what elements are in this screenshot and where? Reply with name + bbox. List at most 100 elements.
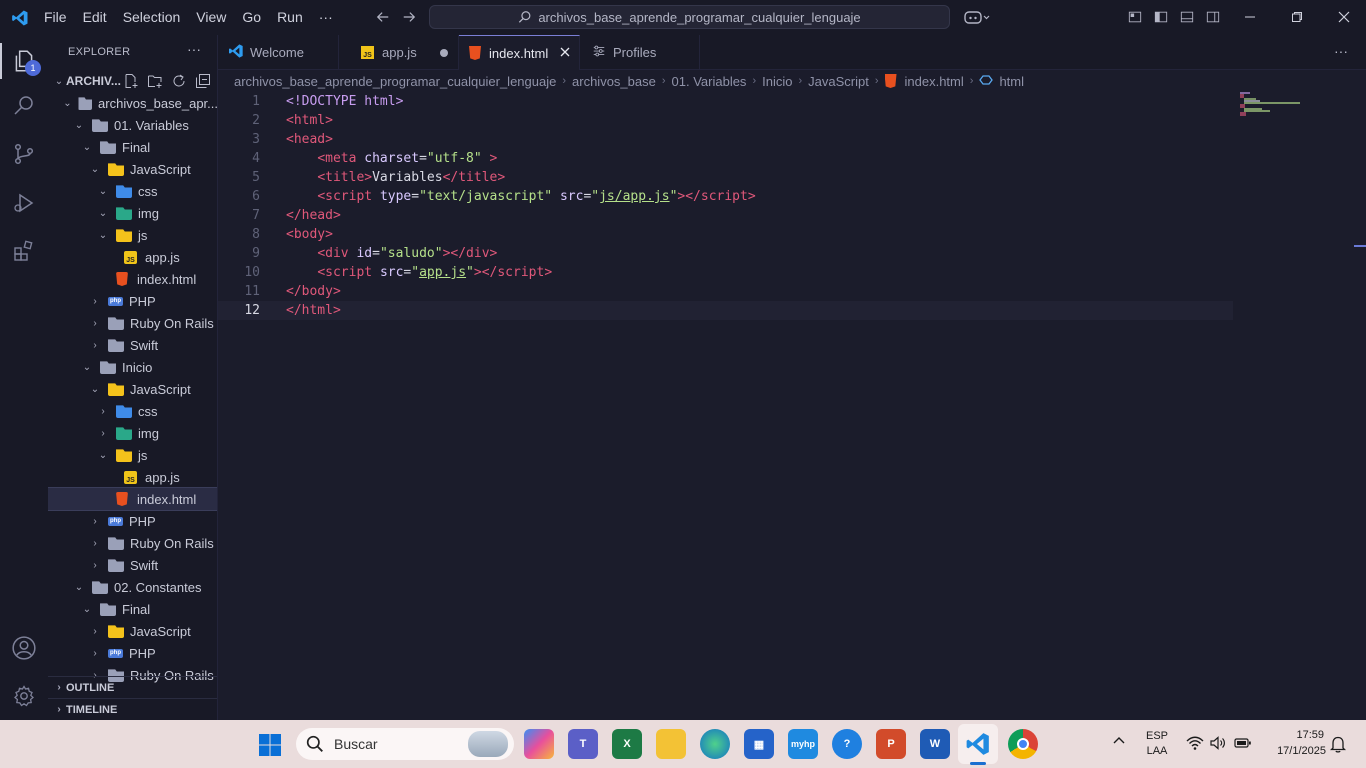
- run-debug-icon[interactable]: [8, 187, 40, 219]
- tree-folder-row[interactable]: › img: [48, 422, 217, 444]
- tree-file-row[interactable]: index.html: [48, 487, 217, 511]
- menu-item-run[interactable]: Run: [269, 0, 311, 35]
- minimize-icon[interactable]: [1241, 8, 1259, 26]
- code-line[interactable]: 9 <div id="saludo"></div>: [218, 244, 1233, 263]
- tree-folder-row[interactable]: › Ruby On Rails: [48, 312, 217, 334]
- tab-profiles[interactable]: Profiles: [580, 35, 700, 70]
- tree-folder-row[interactable]: ⌄ 02. Constantes: [48, 576, 217, 598]
- code-line[interactable]: 10 <script src="app.js"></script>: [218, 263, 1233, 282]
- edge-icon[interactable]: [700, 729, 730, 759]
- code-line[interactable]: 12 </html>: [218, 301, 1233, 320]
- tree-folder-row[interactable]: ⌄ archivos_base_apr...: [48, 92, 217, 114]
- code-line[interactable]: 7 </head>: [218, 206, 1233, 225]
- editor-more-actions-icon[interactable]: ···: [1334, 43, 1348, 59]
- tree-folder-row[interactable]: › Swift: [48, 554, 217, 576]
- more-actions-icon[interactable]: ···: [187, 41, 201, 57]
- tree-folder-row[interactable]: › php PHP: [48, 510, 217, 532]
- battery-icon[interactable]: [1234, 737, 1252, 752]
- extensions-icon[interactable]: [8, 235, 40, 267]
- code-line[interactable]: 6 <script type="text/javascript" src="js…: [218, 187, 1233, 206]
- tray-chevron-up-icon[interactable]: [1112, 734, 1126, 751]
- copilot-icon[interactable]: [962, 8, 992, 26]
- collapse-all-icon[interactable]: [195, 73, 211, 92]
- toggle-primary-sidebar-icon[interactable]: [1152, 8, 1170, 26]
- menu-item-go[interactable]: Go: [234, 0, 269, 35]
- notifications-bell-icon[interactable]: [1329, 735, 1347, 756]
- tree-file-row[interactable]: JS app.js: [48, 466, 217, 488]
- minimap[interactable]: [1240, 92, 1304, 122]
- breadcrumb-item[interactable]: archivos_base: [572, 74, 656, 89]
- tree-folder-row[interactable]: ⌄ css: [48, 180, 217, 202]
- menu-item-view[interactable]: View: [188, 0, 234, 35]
- tree-folder-row[interactable]: › Ruby On Rails: [48, 532, 217, 554]
- tree-folder-row[interactable]: ⌄ Final: [48, 598, 217, 620]
- wifi-icon[interactable]: [1186, 735, 1204, 754]
- file-explorer-icon[interactable]: [656, 729, 686, 759]
- tree-folder-row[interactable]: › JavaScript: [48, 620, 217, 642]
- search-view-icon[interactable]: [8, 89, 40, 121]
- code-line[interactable]: 4 <meta charset="utf-8" >: [218, 149, 1233, 168]
- tree-folder-row[interactable]: ⌄ Final: [48, 136, 217, 158]
- forward-arrow-icon[interactable]: [400, 8, 418, 26]
- accounts-icon[interactable]: [8, 632, 40, 664]
- powerpoint-icon[interactable]: P: [876, 729, 906, 759]
- code-editor[interactable]: 1 <!DOCTYPE html> 2 <html> 3 <head> 4 <meta ch…: [218, 92, 1366, 720]
- vscode-taskbar-icon[interactable]: [963, 729, 993, 759]
- close-icon[interactable]: [1335, 8, 1353, 26]
- tab-welcome[interactable]: Welcome: [218, 35, 339, 70]
- menu-item-edit[interactable]: Edit: [75, 0, 115, 35]
- windows-start-icon[interactable]: [258, 733, 282, 757]
- tree-folder-row[interactable]: ⌄ JavaScript: [48, 378, 217, 400]
- tree-folder-row[interactable]: ⌄ JavaScript: [48, 158, 217, 180]
- tab-index-html[interactable]: index.html: [459, 35, 580, 70]
- tree-file-row[interactable]: index.html: [48, 268, 217, 290]
- tree-folder-row[interactable]: ⌄ 01. Variables: [48, 114, 217, 136]
- breadcrumb-item[interactable]: 01. Variables: [672, 74, 747, 89]
- timeline-section[interactable]: › TIMELINE: [48, 698, 217, 720]
- tree-folder-row[interactable]: › Swift: [48, 334, 217, 356]
- clock[interactable]: 17:59 17/1/2025: [1262, 729, 1326, 757]
- tree-folder-row[interactable]: ⌄ js: [48, 444, 217, 466]
- menu-item-file[interactable]: File: [36, 0, 75, 35]
- close-tab-icon[interactable]: [559, 46, 571, 61]
- tree-file-row[interactable]: JS app.js: [48, 246, 217, 268]
- explorer-icon[interactable]: 1: [8, 45, 41, 77]
- tree-folder-row[interactable]: ⌄ Inicio: [48, 356, 217, 378]
- new-folder-icon[interactable]: [147, 73, 163, 92]
- breadcrumb-item[interactable]: Inicio: [762, 74, 792, 89]
- breadcrumb-item[interactable]: JavaScript: [808, 74, 869, 89]
- taskbar-search[interactable]: Buscar: [296, 728, 514, 760]
- menu-item-selection[interactable]: Selection: [115, 0, 189, 35]
- tree-folder-row[interactable]: › css: [48, 400, 217, 422]
- outline-section[interactable]: › OUTLINE: [48, 676, 217, 698]
- new-file-icon[interactable]: [123, 73, 139, 92]
- customize-layout-icon[interactable]: [1126, 8, 1144, 26]
- code-line[interactable]: 3 <head>: [218, 130, 1233, 149]
- volume-icon[interactable]: [1209, 735, 1227, 754]
- manage-gear-icon[interactable]: [8, 680, 40, 712]
- language-indicator[interactable]: ESP LAA: [1140, 730, 1174, 757]
- breadcrumb-item[interactable]: html: [999, 74, 1024, 89]
- menu-more-icon[interactable]: ···: [311, 0, 341, 35]
- command-center-search[interactable]: archivos_base_aprende_programar_cualquie…: [429, 5, 950, 29]
- refresh-icon[interactable]: [171, 73, 187, 92]
- tree-folder-row[interactable]: ⌄ img: [48, 202, 217, 224]
- get-help-icon[interactable]: ?: [832, 729, 862, 759]
- tree-folder-row[interactable]: › php PHP: [48, 290, 217, 312]
- myhp-icon[interactable]: myhp: [788, 729, 818, 759]
- back-arrow-icon[interactable]: [374, 8, 392, 26]
- breadcrumb-item[interactable]: index.html: [905, 74, 964, 89]
- restore-icon[interactable]: [1288, 8, 1306, 26]
- microsoft-store-icon[interactable]: ▦: [744, 729, 774, 759]
- code-line[interactable]: 2 <html>: [218, 111, 1233, 130]
- chrome-icon[interactable]: [1008, 729, 1038, 759]
- excel-icon[interactable]: X: [612, 729, 642, 759]
- code-line[interactable]: 5 <title>Variables</title>: [218, 168, 1233, 187]
- workspace-root-row[interactable]: ⌄ ARCHIV...: [48, 70, 217, 92]
- breadcrumb-item[interactable]: archivos_base_aprende_programar_cualquie…: [234, 74, 556, 89]
- tree-folder-row[interactable]: ⌄ js: [48, 224, 217, 246]
- teams-icon[interactable]: T: [568, 729, 598, 759]
- toggle-secondary-sidebar-icon[interactable]: [1204, 8, 1222, 26]
- code-line[interactable]: 11 </body>: [218, 282, 1233, 301]
- word-icon[interactable]: W: [920, 729, 950, 759]
